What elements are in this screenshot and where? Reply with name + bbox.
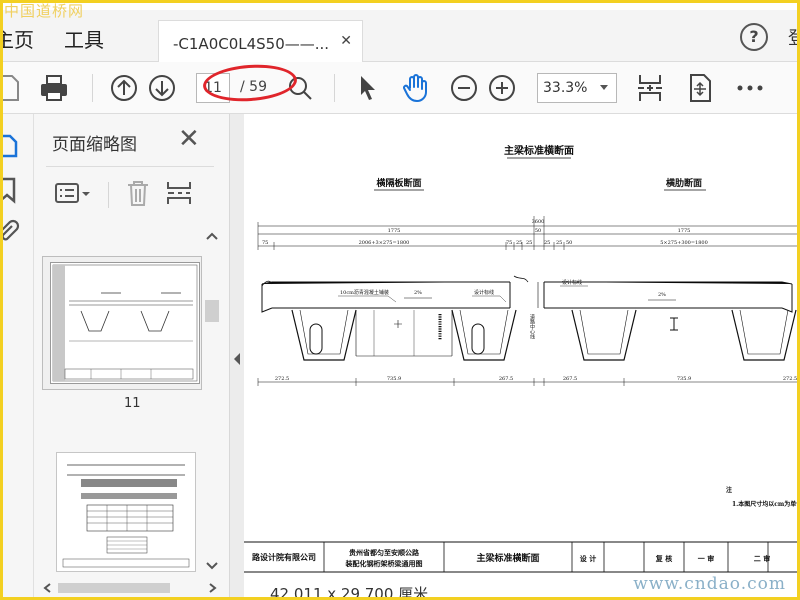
project-name-1: 贵州省都匀至安顺公路: [349, 548, 420, 557]
dim-left-span: 1775: [388, 228, 401, 234]
design-line-left: 设计标线: [474, 289, 494, 296]
note-1: 1.本图尺寸均以cm为单位: [732, 500, 800, 508]
zoom-out-icon[interactable]: [448, 72, 480, 104]
navigation-rail: [0, 114, 34, 600]
bottom-dim-6: 272.5: [783, 376, 797, 382]
slope-right: 2%: [658, 292, 666, 298]
dim-center-gap: 50: [535, 228, 541, 234]
print-icon[interactable]: [38, 72, 70, 104]
close-icon[interactable]: ✕: [178, 124, 200, 154]
dim-25-b: 25: [526, 240, 532, 246]
toolbar-separator: [334, 74, 335, 102]
slope-left: 2%: [414, 290, 422, 296]
thumbnail-table-drawing: [62, 464, 190, 568]
attachment-icon[interactable]: [0, 218, 20, 244]
drawing-title: 主梁标准横断面: [504, 144, 574, 157]
full-screen-icon[interactable]: [684, 72, 716, 104]
dim-75-left: 75: [262, 240, 268, 246]
left-section-title: 横隔板断面: [376, 177, 421, 189]
bottom-dim-5: 735.9: [677, 376, 691, 382]
bookmark-icon[interactable]: [0, 176, 20, 204]
thumbnail-options-icon[interactable]: [54, 180, 94, 208]
fit-page-icon[interactable]: [634, 72, 666, 104]
watermark-top: 中国道桥网: [4, 2, 85, 20]
centerline-label: 道路中心线: [529, 313, 535, 339]
panel-toolbar: [46, 174, 216, 214]
bottom-dim-1: 272.5: [275, 376, 289, 382]
dim-75-right: 75: [506, 240, 512, 246]
help-icon[interactable]: ?: [740, 23, 768, 51]
design-line-right: 设计标线: [562, 279, 582, 286]
trash-icon[interactable]: [124, 178, 152, 208]
document-viewport[interactable]: 主梁标准横断面 横隔板断面 横肋断面 3600 1775 50 1775 75 …: [244, 114, 800, 600]
design-label: 设 计: [580, 554, 596, 563]
chevron-left-icon: [234, 353, 240, 365]
thumbnail-drawing: [52, 264, 198, 382]
menu-bar: 主页 工具 -C1A0C0L4S50——... ✕ ? 登: [0, 10, 800, 62]
previous-page-icon[interactable]: [108, 72, 140, 104]
engineering-drawing: 主梁标准横断面 横隔板断面 横肋断面 3600 1775 50 1775 75 …: [244, 144, 800, 573]
project-name-2: 装配化钢桁架桥梁通用图: [345, 559, 423, 568]
review-label: 复 核: [655, 554, 672, 563]
bottom-dim-2: 735.9: [387, 376, 401, 382]
panel-collapse-handle[interactable]: [230, 114, 244, 600]
panel-divider: [46, 166, 214, 167]
paving-note: 10cm沥青混凝土铺装: [340, 289, 389, 296]
more-options-icon[interactable]: [734, 72, 766, 104]
thumbnail-scrollbar[interactable]: [202, 230, 222, 575]
chevron-down-icon: [600, 85, 608, 90]
title-block-drawing-name: 主梁标准横断面: [476, 552, 539, 564]
hand-tool-icon[interactable]: [400, 72, 432, 104]
zoom-in-icon[interactable]: [486, 72, 518, 104]
note-title: 注: [726, 486, 732, 494]
dim-right-span: 1775: [678, 228, 691, 234]
menu-home[interactable]: 主页: [0, 24, 34, 53]
dim-left-detail: 2006+3×275=1800: [359, 240, 410, 246]
company-name: 路设计院有限公司: [252, 552, 316, 562]
page-thumbnail[interactable]: [56, 452, 196, 572]
page-size-readout: 42.011 x 29.700 厘米: [270, 586, 429, 600]
page-thumbnails-icon[interactable]: [0, 132, 20, 158]
next-page-icon[interactable]: [146, 72, 178, 104]
tab-title: -C1A0C0L4S50——...: [173, 35, 330, 53]
sign-in-label[interactable]: 登: [788, 24, 800, 50]
zoom-select[interactable]: 33.3%: [537, 73, 617, 103]
insert-page-icon[interactable]: [164, 178, 194, 208]
thumbnail-panel: 页面缩略图 ✕ 11: [34, 114, 230, 600]
dim-25-a: 25: [516, 240, 522, 246]
page-thumbnail-selected[interactable]: [42, 256, 202, 390]
dim-25-c: 25: [544, 240, 550, 246]
toolbar-separator: [92, 74, 93, 102]
thumbnail-horizontal-scrollbar[interactable]: [42, 580, 218, 596]
thumbnail-page-number: 11: [124, 396, 141, 411]
tab-close-icon[interactable]: ✕: [340, 33, 352, 49]
dim-right-detail: 5×275+300=1800: [660, 240, 708, 246]
save-icon[interactable]: [0, 72, 24, 104]
dim-total: 3600: [532, 219, 545, 225]
first-approval-label: 一 审: [698, 554, 714, 563]
second-approval-label: 二 审: [754, 554, 770, 563]
watermark-bottom: www.cndao.com: [633, 574, 786, 594]
dim-50: 50: [566, 240, 572, 246]
select-cursor-icon[interactable]: [352, 72, 384, 104]
menu-tools[interactable]: 工具: [64, 24, 104, 53]
zoom-value: 33.3%: [543, 80, 588, 96]
dim-25-d: 25: [556, 240, 562, 246]
right-section-title: 横肋断面: [666, 177, 702, 189]
bottom-dim-3: 267.5: [499, 376, 513, 382]
thumbnail-page-preview: [50, 262, 200, 384]
toolbar: 11 / 59 33.3%: [0, 61, 800, 114]
panel-separator: [108, 182, 109, 208]
bottom-dim-4: 267.5: [563, 376, 577, 382]
panel-title: 页面缩略图: [52, 135, 137, 155]
document-tab[interactable]: -C1A0C0L4S50——... ✕: [158, 20, 363, 62]
